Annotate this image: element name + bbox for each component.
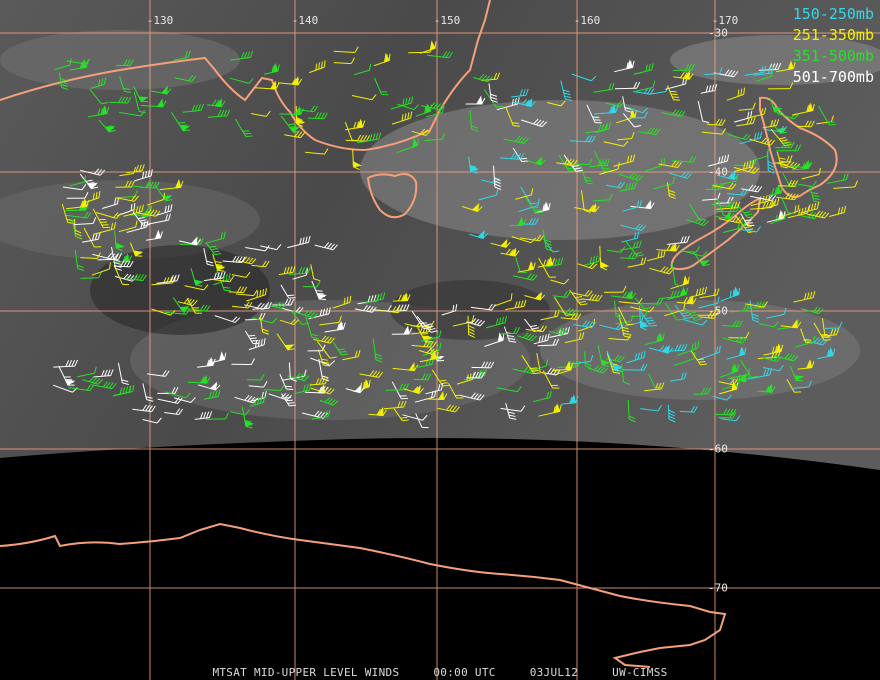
longitude-label: -170	[711, 14, 739, 27]
legend-item-150-250: 150-250mb	[792, 5, 874, 23]
longitude-label: -150	[433, 14, 461, 27]
latitude-label: -60	[708, 442, 728, 456]
latitude-label: -70	[708, 581, 728, 595]
legend-item-251-350: 251-350mb	[792, 26, 874, 44]
antarctica-coast	[0, 522, 727, 668]
longitude-label: -130	[146, 14, 174, 27]
longitude-label: -160	[573, 14, 601, 27]
map-canvas	[0, 0, 880, 680]
caption-product: MTSAT MID-UPPER LEVEL WINDS	[212, 666, 400, 679]
image-caption: MTSAT MID-UPPER LEVEL WINDS 00:00 UTC 03…	[0, 666, 880, 679]
longitude-label: -140	[291, 14, 319, 27]
caption-time: 00:00 UTC	[433, 666, 496, 679]
legend-item-501-700: 501-700mb	[792, 68, 874, 86]
latitude-label: -30	[708, 26, 728, 40]
caption-source: UW-CIMSS	[612, 666, 668, 679]
latitude-label: -50	[708, 304, 728, 318]
caption-date: 03JUL12	[529, 666, 579, 679]
latitude-label: -40	[708, 165, 728, 179]
satellite-wind-map: -130 -140 -150 -160 -170 -30 -40 -50 -60 -70 150…	[0, 0, 880, 680]
pressure-legend: 150-250mb 251-350mb 351-500mb 501-700mb	[793, 4, 874, 88]
legend-item-351-500: 351-500mb	[792, 47, 874, 65]
